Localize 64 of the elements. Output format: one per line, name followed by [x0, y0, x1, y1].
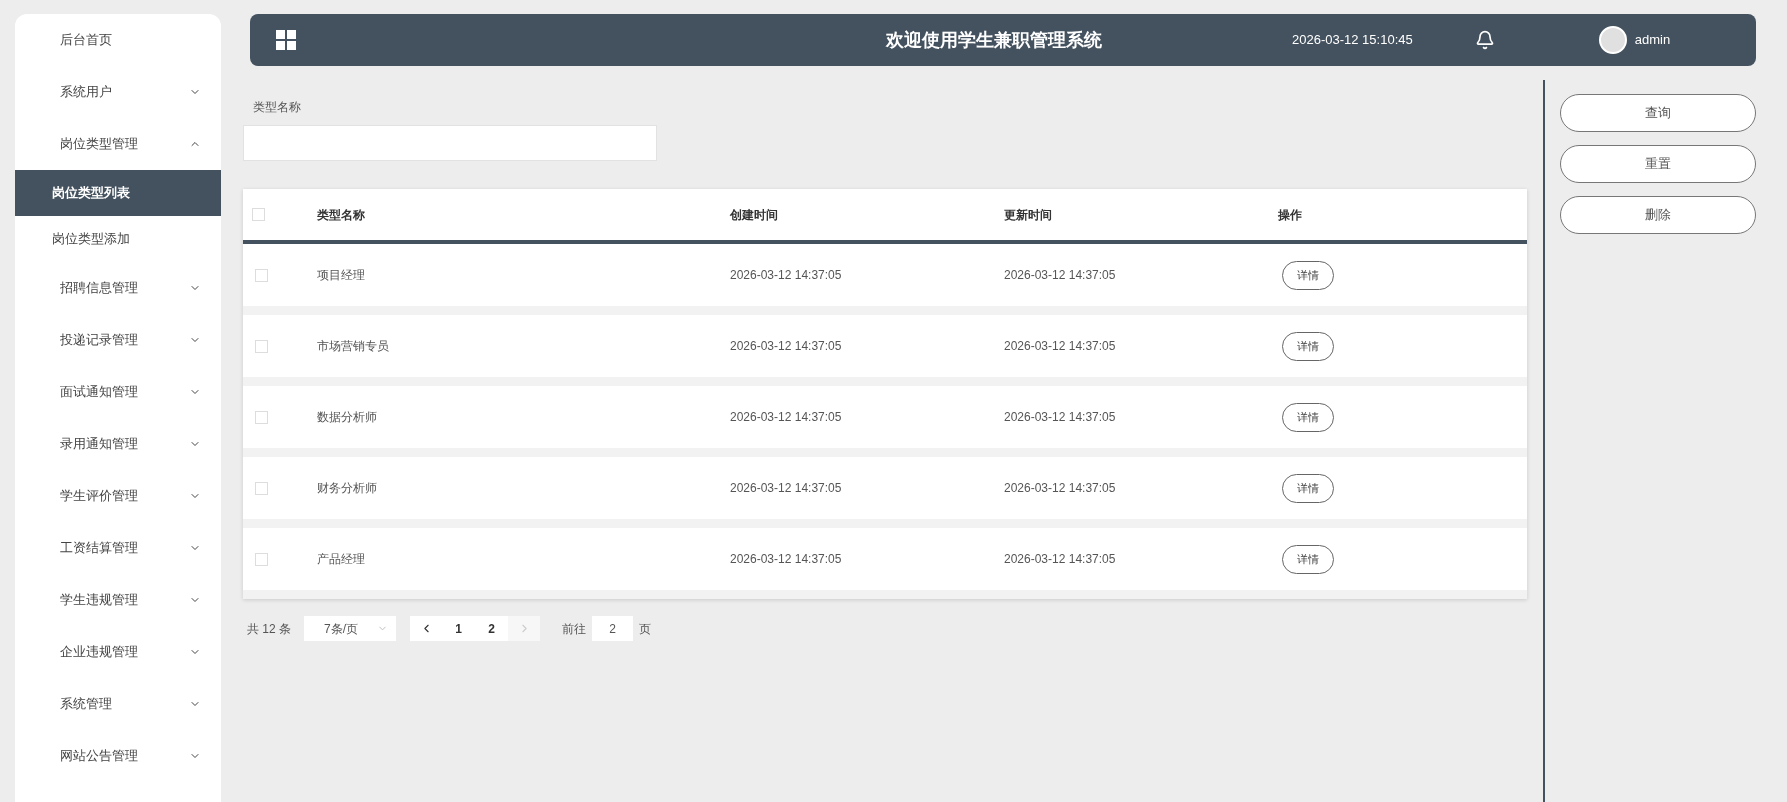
column-header: 创建时间: [730, 206, 779, 224]
action-button[interactable]: 重置: [1560, 145, 1756, 183]
sidebar-item[interactable]: 岗位类型管理: [15, 118, 221, 170]
page-unit: 页: [639, 620, 651, 638]
checkbox[interactable]: [255, 339, 268, 353]
checkbox[interactable]: [255, 410, 268, 424]
table-cell-text: 2026-03-12 14:37:05: [1004, 409, 1117, 426]
sidebar-item[interactable]: 学生评价管理: [15, 470, 221, 522]
total-count: 共 12 条: [247, 620, 291, 638]
date-time: 2026-03-12 15:10:45: [1292, 31, 1413, 50]
table-cell-text: 2026-03-12 14:37:05: [730, 267, 843, 284]
table-cell-text: 市场营销专员: [317, 338, 390, 355]
checkbox[interactable]: [255, 268, 268, 282]
details-button[interactable]: 详情: [1282, 544, 1334, 574]
sidebar-item[interactable]: 企业违规管理: [15, 626, 221, 678]
sidebar-item[interactable]: 工资结算管理: [15, 522, 221, 574]
system-title: 欢迎使用学生兼职管理系统: [886, 28, 1102, 52]
sidebar-item[interactable]: 面试通知管理: [15, 366, 221, 418]
table-cell-text: 2026-03-12 14:37:05: [730, 338, 843, 355]
goto-page-input[interactable]: 2: [592, 616, 633, 641]
sidebar-item[interactable]: 系统管理: [15, 678, 221, 730]
details-button[interactable]: 详情: [1282, 260, 1334, 290]
grid-icon[interactable]: [276, 30, 296, 50]
type-name-input[interactable]: [243, 125, 657, 161]
action-button[interactable]: 查询: [1560, 94, 1756, 132]
sidebar-item[interactable]: 招聘信息管理: [15, 262, 221, 314]
details-button[interactable]: 详情: [1282, 473, 1334, 503]
table-cell-text: 产品经理: [317, 551, 366, 568]
field-label: 类型名称: [253, 99, 302, 116]
checkbox[interactable]: [255, 552, 268, 566]
action-button[interactable]: 删除: [1560, 196, 1756, 234]
table-cell-text: 数据分析师: [317, 409, 378, 426]
table-cell-text: 2026-03-12 14:37:05: [730, 551, 843, 568]
page-number[interactable]: 2: [475, 616, 508, 641]
sidebar-item[interactable]: 系统用户: [15, 66, 221, 118]
sidebar-item[interactable]: 网站公告管理: [15, 730, 221, 782]
sidebar-item[interactable]: 后台首页: [15, 14, 221, 66]
table-cell-text: 2026-03-12 14:37:05: [1004, 480, 1117, 497]
table-cell-text: 项目经理: [317, 267, 366, 284]
table-cell-text: 2026-03-12 14:37:05: [730, 409, 843, 426]
column-header: 操作: [1278, 206, 1302, 224]
sidebar-item[interactable]: 学生违规管理: [15, 574, 221, 626]
table-cell-text: 2026-03-12 14:37:05: [730, 480, 843, 497]
details-button[interactable]: 详情: [1282, 331, 1334, 361]
goto-label: 前往: [562, 620, 586, 638]
details-button[interactable]: 详情: [1282, 402, 1334, 432]
avatar[interactable]: [1598, 26, 1627, 54]
page-number[interactable]: 1: [442, 616, 475, 641]
checkbox[interactable]: [252, 208, 265, 221]
table-cell-text: 2026-03-12 14:37:05: [1004, 551, 1117, 568]
page-size-select[interactable]: 7条/页: [304, 616, 396, 641]
sidebar-subitem[interactable]: 岗位类型列表: [15, 170, 221, 216]
column-header: 更新时间: [1004, 206, 1053, 224]
sidebar-subitem[interactable]: 岗位类型添加: [15, 216, 221, 262]
table-cell-text: 财务分析师: [317, 480, 378, 497]
bell-icon[interactable]: [1474, 30, 1495, 50]
checkbox[interactable]: [255, 481, 268, 495]
table-cell-text: 2026-03-12 14:37:05: [1004, 338, 1117, 355]
username: admin: [1634, 31, 1671, 50]
prev-page-button[interactable]: [410, 616, 442, 641]
sidebar-item[interactable]: 投递记录管理: [15, 314, 221, 366]
column-header: 类型名称: [317, 206, 366, 224]
table-cell-text: 2026-03-12 14:37:05: [1004, 267, 1117, 284]
sidebar-item[interactable]: 录用通知管理: [15, 418, 221, 470]
